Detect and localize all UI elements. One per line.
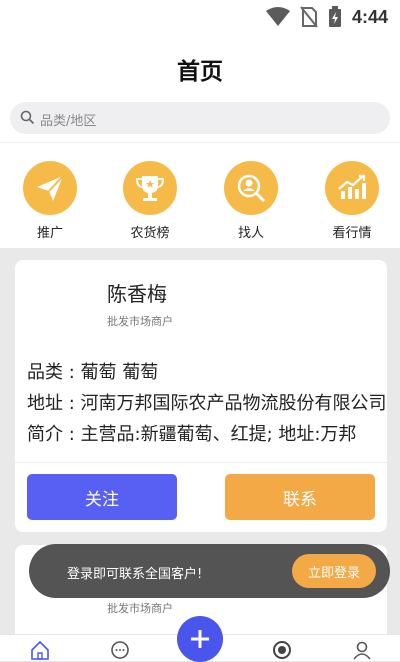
paper-plane-icon <box>23 161 77 215</box>
find-person-icon <box>224 161 278 215</box>
quick-item-ranking[interactable]: 农货榜 <box>115 161 185 241</box>
toast-message: 登录即可联系全国客户! <box>67 567 203 582</box>
merchant-name: 陈香梅 <box>107 282 167 306</box>
status-bar: 4:44 <box>0 0 400 34</box>
search-section: 品类/地区 <box>0 98 400 142</box>
status-icons: 4:44 <box>265 6 388 28</box>
trophy-icon <box>123 161 177 215</box>
header: 首页 <box>0 34 400 98</box>
market-trend-icon <box>325 161 379 215</box>
wifi-icon <box>265 7 290 26</box>
follow-button[interactable]: 关注 <box>27 474 177 520</box>
page-title: 首页 <box>177 59 223 85</box>
merchant-address: 地址 : 河南万邦国际农产品物流股份有限公司 <box>27 393 387 414</box>
divider <box>15 462 387 463</box>
no-sim-icon <box>300 6 318 28</box>
merchant-role: 批发市场商户 <box>107 602 173 615</box>
quick-item-market[interactable]: 看行情 <box>317 161 387 241</box>
merchant-role: 批发市场商户 <box>107 315 173 328</box>
quick-item-find-person[interactable]: 找人 <box>216 161 286 241</box>
contact-button[interactable]: 联系 <box>225 474 375 520</box>
add-icon[interactable] <box>177 616 223 662</box>
quick-label: 找人 <box>237 226 264 241</box>
search-input[interactable]: 品类/地区 <box>10 102 390 134</box>
quick-label: 看行情 <box>332 226 372 241</box>
quick-label: 农货榜 <box>130 226 170 241</box>
search-icon <box>20 110 35 125</box>
quick-item-promote[interactable]: 推广 <box>15 161 85 241</box>
message-icon[interactable] <box>110 640 130 660</box>
home-icon[interactable] <box>30 640 50 660</box>
quick-label: 推广 <box>36 226 63 241</box>
status-time: 4:44 <box>351 6 388 27</box>
battery-icon <box>328 6 341 27</box>
quick-actions: 推广 农货榜 找人 看行情 <box>0 143 400 248</box>
login-toast: 登录即可联系全国客户! 立即登录 <box>29 544 390 598</box>
shutter-icon[interactable] <box>272 640 292 660</box>
login-now-button[interactable]: 立即登录 <box>292 554 376 588</box>
merchant-category: 品类 : 葡萄 葡萄 <box>27 362 159 383</box>
search-placeholder: 品类/地区 <box>40 114 97 129</box>
merchant-card[interactable]: 陈香梅 批发市场商户 品类 : 葡萄 葡萄 地址 : 河南万邦国际农产品物流股份… <box>15 260 387 532</box>
profile-icon[interactable] <box>352 640 372 660</box>
merchant-intro: 简介 : 主营品:新疆葡萄、红提; 地址:万邦 <box>27 424 357 445</box>
